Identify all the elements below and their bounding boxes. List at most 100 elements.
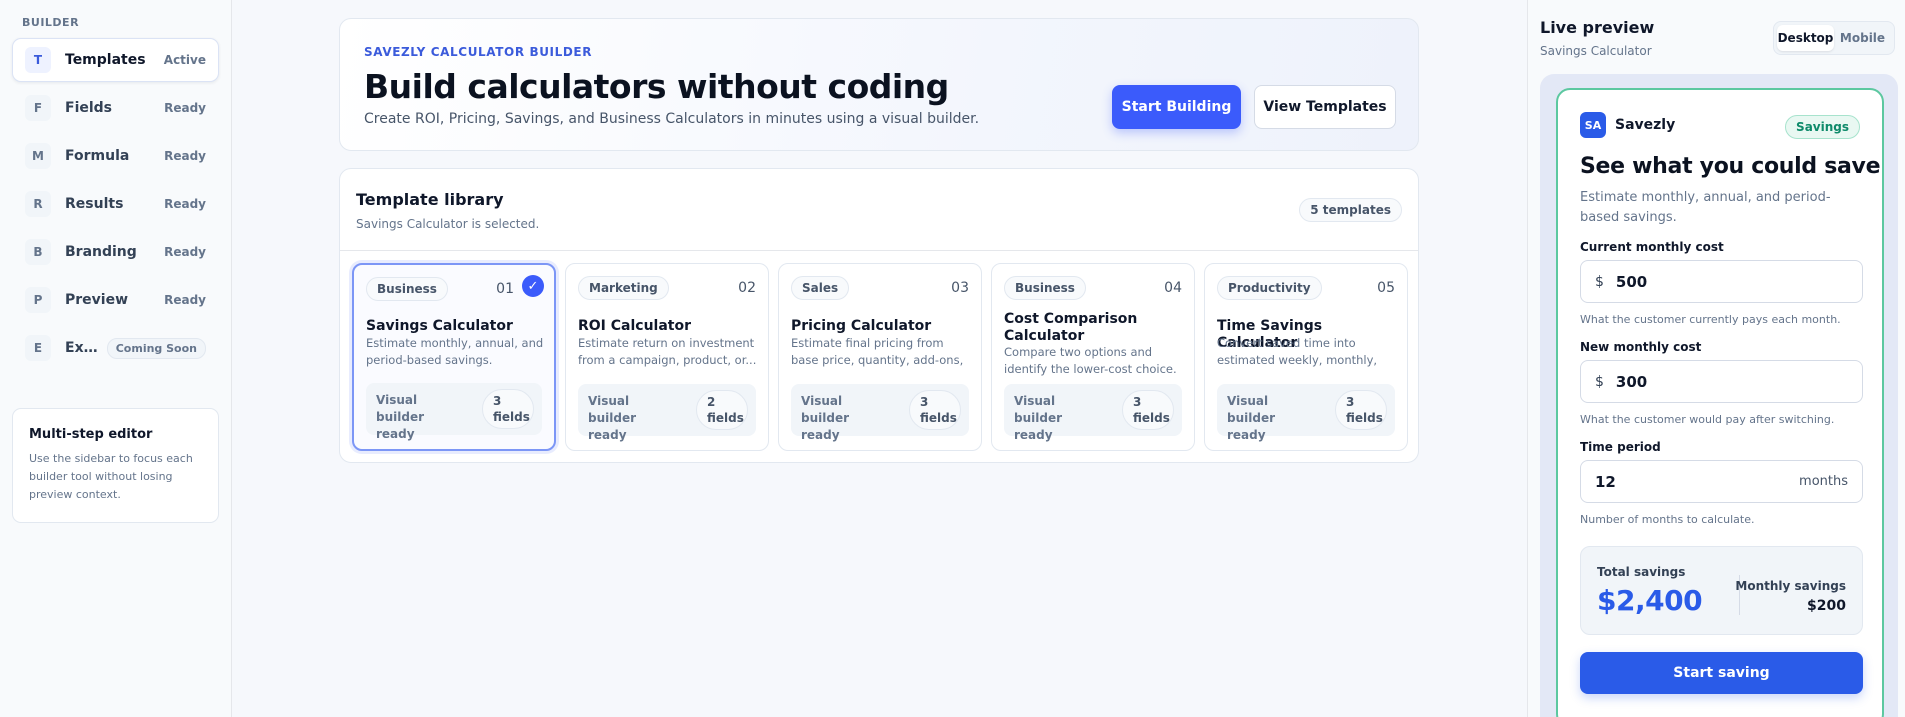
field-count-badge: 3 fields: [1122, 390, 1174, 430]
card-category-tag: Sales: [791, 276, 850, 300]
card-description: Estimate final pricing from base price, …: [791, 336, 964, 367]
field-count-badge: 2 fields: [696, 390, 748, 430]
sidebar-item-formula[interactable]: M Formula Ready: [12, 134, 219, 178]
calculator-preview-card: SA Savezly Savings See what you could sa…: [1556, 88, 1884, 717]
hero-eyebrow: SAVEZLY CALCULATOR BUILDER: [364, 45, 593, 59]
card-number: 04: [1164, 280, 1182, 296]
sidebar-item-preview[interactable]: P Preview Ready: [12, 278, 219, 322]
sidebar-item-branding[interactable]: B Branding Ready: [12, 230, 219, 274]
time-period-value: 12: [1595, 472, 1616, 491]
savings-result-box: Total savings $2,400 Monthly savings $20…: [1580, 546, 1863, 635]
view-templates-button[interactable]: View Templates: [1254, 85, 1396, 129]
time-period-input[interactable]: 12 months: [1580, 460, 1863, 503]
template-card-cost-comparison[interactable]: Business 04 Cost Comparison Calculator C…: [991, 263, 1195, 451]
coming-soon-badge: Coming Soon: [106, 337, 206, 359]
time-period-help: Number of months to calculate.: [1580, 513, 1755, 526]
preview-subtitle: Savings Calculator: [1540, 44, 1652, 58]
sidebar-item-label: Exp...: [65, 340, 107, 356]
sidebar-item-label: Fields: [65, 100, 113, 116]
hero-banner: SAVEZLY CALCULATOR BUILDER Build calcula…: [339, 18, 1419, 151]
card-number: 02: [738, 280, 756, 296]
card-footer: Visual builder ready 3 fields: [1004, 384, 1182, 442]
sidebar-title: BUILDER: [22, 16, 80, 29]
sidebar-item-status: Ready: [164, 101, 206, 115]
card-footer: Visual builder ready 3 fields: [791, 384, 969, 442]
card-title: Pricing Calculator: [791, 318, 932, 334]
device-toggle: Desktop Mobile: [1773, 21, 1895, 55]
builder-ready-label: Visual builder ready: [801, 394, 850, 442]
card-number: 01: [496, 281, 514, 297]
results-letter-icon: R: [25, 191, 51, 217]
template-card-time-savings[interactable]: Productivity 05 Time Savings Calculator …: [1204, 263, 1408, 451]
sidebar-item-results[interactable]: R Results Ready: [12, 182, 219, 226]
page-title: Build calculators without coding: [364, 67, 949, 106]
card-description: Estimate return on investment from a cam…: [578, 336, 757, 367]
preview-title: Live preview: [1540, 18, 1655, 37]
card-number: 03: [951, 280, 969, 296]
card-title: Savings Calculator: [366, 318, 513, 334]
field-count-badge: 3 fields: [1335, 390, 1387, 430]
time-period-label: Time period: [1580, 440, 1661, 454]
library-title: Template library: [356, 190, 504, 209]
sidebar-item-status: Ready: [164, 197, 206, 211]
hero-subtitle: Create ROI, Pricing, Savings, and Busine…: [364, 111, 980, 127]
builder-ready-label: Visual builder ready: [376, 393, 425, 441]
field-count-badge: 3 fields: [482, 389, 534, 429]
builder-ready-label: Visual builder ready: [1227, 394, 1276, 442]
sidebar-item-status: Ready: [164, 293, 206, 307]
sidebar-item-status: Ready: [164, 245, 206, 259]
template-library: Template library Savings Calculator is s…: [339, 168, 1419, 463]
current-cost-input[interactable]: $ 500: [1580, 260, 1863, 303]
builder-ready-label: Visual builder ready: [588, 394, 637, 442]
start-saving-button[interactable]: Start saving: [1580, 652, 1863, 694]
desktop-toggle-option[interactable]: Desktop: [1777, 25, 1834, 51]
months-suffix: months: [1799, 474, 1848, 489]
formula-letter-icon: M: [25, 143, 51, 169]
sidebar-item-fields[interactable]: F Fields Ready: [12, 86, 219, 130]
new-cost-value: 300: [1615, 372, 1648, 391]
sidebar-item-export[interactable]: E Exp... Coming Soon: [12, 326, 219, 370]
card-description: Estimate monthly, annual, and period-bas…: [366, 336, 544, 367]
preview-letter-icon: P: [25, 287, 51, 313]
export-letter-icon: E: [25, 335, 51, 361]
card-category-tag: Productivity: [1217, 276, 1322, 300]
template-cards: Business 01 ✓ Savings Calculator Estimat…: [352, 263, 1408, 451]
new-cost-input[interactable]: $ 300: [1580, 360, 1863, 403]
template-card-pricing[interactable]: Sales 03 Pricing Calculator Estimate fin…: [778, 263, 982, 451]
start-building-button[interactable]: Start Building: [1112, 85, 1241, 129]
live-preview-panel: Live preview Savings Calculator Desktop …: [1527, 0, 1905, 717]
monthly-savings-label: Monthly savings: [1735, 579, 1846, 593]
card-category-tag: Business: [366, 277, 448, 301]
brand: SA Savezly: [1580, 112, 1675, 138]
sidebar-item-label: Formula: [65, 148, 130, 164]
currency-prefix: $: [1595, 373, 1604, 390]
total-savings-label: Total savings: [1597, 565, 1686, 579]
field-count-badge: 3 fields: [909, 390, 961, 430]
current-cost-label: Current monthly cost: [1580, 240, 1724, 254]
builder-sidebar: BUILDER T Templates Active F Fields Read…: [0, 0, 232, 717]
mobile-toggle-option[interactable]: Mobile: [1834, 25, 1891, 51]
brand-name: Savezly: [1615, 117, 1676, 133]
template-card-savings[interactable]: Business 01 ✓ Savings Calculator Estimat…: [352, 263, 556, 451]
card-category-tag: Marketing: [578, 276, 669, 300]
calculator-description: Estimate monthly, annual, and period-bas…: [1580, 190, 1831, 225]
branding-letter-icon: B: [25, 239, 51, 265]
calculator-heading: See what you could save: [1580, 154, 1881, 179]
builder-ready-label: Visual builder ready: [1014, 394, 1063, 442]
calculator-type-badge: Savings: [1785, 115, 1860, 139]
sidebar-item-status: Ready: [164, 149, 206, 163]
current-cost-value: 500: [1615, 272, 1648, 291]
card-title: ROI Calculator: [578, 318, 692, 334]
sidebar-item-label: Results: [65, 196, 124, 212]
currency-prefix: $: [1595, 273, 1604, 290]
card-footer: Visual builder ready 3 fields: [1217, 384, 1395, 442]
templates-letter-icon: T: [25, 47, 51, 73]
card-title: Cost Comparison Calculator: [1004, 311, 1138, 344]
sidebar-item-templates[interactable]: T Templates Active: [12, 38, 219, 82]
card-number: 05: [1377, 280, 1395, 296]
brand-logo-icon: SA: [1580, 112, 1606, 138]
library-subtitle: Savings Calculator is selected.: [356, 217, 540, 231]
new-cost-label: New monthly cost: [1580, 340, 1702, 354]
template-card-roi[interactable]: Marketing 02 ROI Calculator Estimate ret…: [565, 263, 769, 451]
card-description: Compare two options and identify the low…: [1004, 345, 1177, 376]
